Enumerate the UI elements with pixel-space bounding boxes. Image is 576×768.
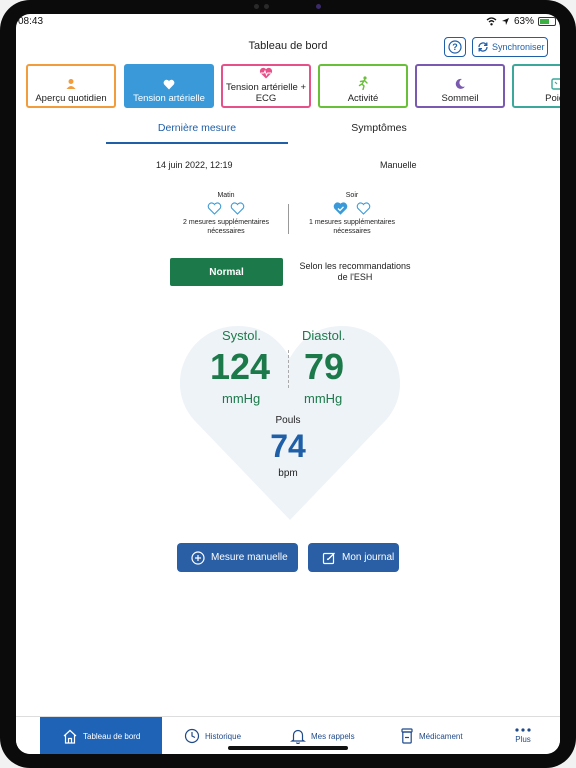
- period-divider: [288, 204, 289, 234]
- diastolic-unit: mmHg: [304, 391, 343, 406]
- help-button[interactable]: ?: [444, 37, 466, 57]
- status-time: 08:43: [18, 16, 44, 27]
- nav-more-label: Plus: [515, 735, 531, 744]
- sensor-dot: [264, 4, 269, 9]
- diastolic-value: 79: [304, 346, 345, 387]
- status-bar: 08:43 63%: [16, 14, 560, 28]
- pulse-label: Pouls: [275, 415, 301, 426]
- category-label: Poids: [545, 93, 560, 104]
- heart-outline-icon: [207, 202, 222, 215]
- battery-percent: 63%: [513, 16, 534, 27]
- category-label: Tension artérielle: [133, 93, 205, 104]
- app-screen: 08:43 63% Tableau de bord ? Synchroniser: [16, 14, 560, 754]
- home-indicator: [228, 746, 348, 750]
- manual-measurement-label: Mesure manuelle: [211, 552, 288, 563]
- morning-info-line1: 2 mesures supplémentaires: [183, 219, 269, 226]
- morning-hearts: [166, 202, 286, 215]
- measurement-tabs: Dernière mesure Symptômes: [106, 122, 470, 144]
- nav-history-label: Historique: [205, 731, 242, 741]
- heart-check-icon: [333, 202, 348, 215]
- category-sleep[interactable]: Sommeil: [415, 64, 505, 108]
- category-blood-pressure[interactable]: Tension artérielle: [124, 64, 214, 108]
- category-label: Activité: [347, 93, 379, 104]
- category-label: Aperçu quotidien: [35, 93, 107, 104]
- device-bezel: 08:43 63% Tableau de bord ? Synchroniser: [0, 0, 576, 768]
- person-icon: [65, 78, 77, 90]
- category-daily-overview[interactable]: Aperçu quotidien: [26, 64, 116, 108]
- home-icon: [63, 729, 77, 744]
- sync-button[interactable]: Synchroniser: [472, 37, 548, 57]
- battery-level: [540, 19, 549, 24]
- reco-line1: Selon les recommandations: [299, 261, 411, 271]
- nav-medication-label: Médicament: [419, 731, 463, 741]
- diastolic-label: Diastol.: [302, 328, 346, 343]
- systolic-label: Systol.: [222, 328, 262, 343]
- sync-label: Synchroniser: [492, 42, 545, 52]
- nav-dashboard-label: Tableau de bord: [83, 731, 141, 741]
- journal-button[interactable]: Mon journal: [308, 543, 399, 572]
- systolic-unit: mmHg: [222, 391, 261, 406]
- plus-circle-icon: [191, 550, 205, 565]
- tab-last-measurement[interactable]: Dernière mesure: [106, 122, 288, 144]
- measurement-mode: Manuelle: [380, 160, 417, 170]
- evening-info-line1: 1 mesures supplémentaires: [309, 219, 395, 226]
- moon-icon: [454, 78, 466, 90]
- measurement-datetime: 14 juin 2022, 12:19: [156, 160, 233, 170]
- evening-info-line2: nécessaires: [333, 228, 371, 235]
- morning-status: Matin 2 mesures supplémentaires nécessai…: [166, 192, 286, 236]
- more-dots-icon: [515, 728, 531, 732]
- edit-icon: [322, 552, 335, 564]
- morning-info-line2: nécessaires: [207, 228, 245, 235]
- sensor-dot: [254, 4, 259, 9]
- recommendation-text: Selon les recommandations de l'ESH: [292, 261, 418, 283]
- pulse-unit: bpm: [278, 468, 298, 479]
- category-label: Tension artérielle + ECG: [225, 82, 306, 104]
- heart-pulse-icon: [259, 67, 273, 79]
- heart-outline-icon: [356, 202, 371, 215]
- category-label: Sommeil: [441, 93, 479, 104]
- nav-medication[interactable]: Médicament: [400, 717, 490, 754]
- pulse-value: 74: [270, 428, 306, 464]
- systolic-value: 124: [210, 346, 271, 387]
- morning-label: Matin: [217, 192, 235, 199]
- scale-icon: [551, 78, 560, 90]
- status-right: 63%: [486, 16, 556, 27]
- location-icon: [501, 18, 509, 25]
- tab-symptoms[interactable]: Symptômes: [288, 122, 470, 144]
- manual-measurement-button[interactable]: Mesure manuelle: [177, 543, 298, 572]
- heart-icon: [163, 79, 175, 90]
- bell-icon: [290, 729, 306, 744]
- journal-label: Mon journal: [342, 552, 395, 563]
- help-label: ?: [452, 42, 458, 52]
- running-icon: [356, 76, 370, 90]
- category-bp-ecg[interactable]: Tension artérielle + ECG: [221, 64, 311, 108]
- nav-more[interactable]: Plus: [500, 717, 546, 754]
- clock-icon: [184, 728, 200, 744]
- category-strip: Aperçu quotidien Tension artérielle Tens…: [24, 64, 560, 108]
- bp-divider: [288, 350, 289, 388]
- evening-hearts: [292, 202, 412, 215]
- sync-icon: [478, 42, 488, 52]
- classification-badge: Normal: [170, 258, 283, 286]
- nav-reminders-label: Mes rappels: [311, 731, 355, 741]
- evening-label: Soir: [345, 192, 359, 199]
- wifi-icon: [486, 17, 497, 26]
- category-weight[interactable]: Poids: [512, 64, 560, 108]
- camera-icon: [316, 4, 321, 9]
- category-activity[interactable]: Activité: [318, 64, 408, 108]
- reco-line2: de l'ESH: [337, 272, 373, 282]
- battery-icon: [538, 17, 556, 26]
- evening-status: Soir 1 mesures supplémentaires nécessair…: [292, 192, 412, 236]
- nav-dashboard[interactable]: Tableau de bord: [40, 717, 162, 754]
- heart-outline-icon: [230, 202, 245, 215]
- pill-bottle-icon: [401, 728, 413, 744]
